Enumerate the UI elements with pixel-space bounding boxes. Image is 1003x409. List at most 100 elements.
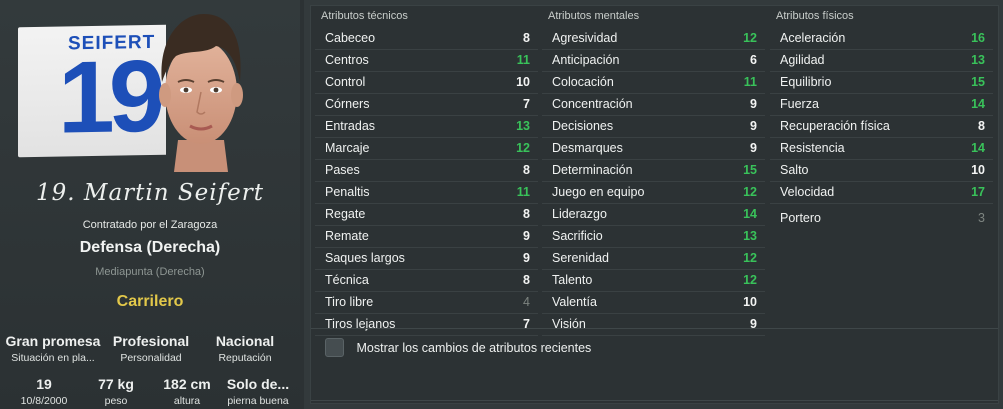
attribute-name: Valentía bbox=[552, 295, 597, 309]
attribute-row[interactable]: Juego en equipo 12 bbox=[542, 182, 765, 204]
attribute-row[interactable]: Saques largos 9 bbox=[315, 248, 538, 270]
attribute-row[interactable]: Serenidad 12 bbox=[542, 248, 765, 270]
attribute-name: Velocidad bbox=[780, 185, 835, 199]
attribute-value: 8 bbox=[523, 163, 530, 177]
attribute-value: 11 bbox=[516, 185, 530, 199]
attribute-value: 15 bbox=[971, 75, 985, 89]
attribute-row[interactable]: Remate 9 bbox=[315, 226, 538, 248]
attribute-value: 12 bbox=[743, 185, 757, 199]
attribute-row[interactable]: Recuperación física 8 bbox=[770, 116, 993, 138]
attribute-value: 15 bbox=[743, 163, 757, 177]
attribute-row[interactable]: Agilidad 13 bbox=[770, 50, 993, 72]
attribute-row[interactable]: Colocación 11 bbox=[542, 72, 765, 94]
weight: 77 kg peso bbox=[80, 376, 152, 407]
attribute-name: Saques largos bbox=[325, 251, 405, 265]
attribute-name: Marcaje bbox=[325, 141, 370, 155]
attribute-name: Centros bbox=[325, 53, 369, 67]
attribute-row[interactable]: Visión 9 bbox=[542, 314, 765, 336]
attribute-name: Agilidad bbox=[780, 53, 825, 67]
attribute-value: 10 bbox=[971, 163, 985, 177]
attribute-name: Penaltis bbox=[325, 185, 370, 199]
attribute-name: Regate bbox=[325, 207, 366, 221]
bottom-divider bbox=[311, 400, 998, 401]
weight-label: peso bbox=[104, 395, 128, 407]
preferred-foot-value: Solo de... bbox=[226, 376, 290, 392]
attribute-row[interactable]: Decisiones 9 bbox=[542, 116, 765, 138]
attribute-name: Equilibrio bbox=[780, 75, 832, 89]
technical-attributes-title: Atributos técnicos bbox=[321, 10, 408, 22]
show-changes-label: Mostrar los cambios de atributos recient… bbox=[356, 341, 592, 355]
attribute-row[interactable]: Desmarques 9 bbox=[542, 138, 765, 160]
attribute-value: 3 bbox=[978, 211, 985, 225]
attribute-row[interactable]: Sacrificio 13 bbox=[542, 226, 765, 248]
attribute-name: Resistencia bbox=[780, 141, 845, 155]
attributes-panel: Atributos técnicos Cabeceo 8 Centros 11 Cont… bbox=[310, 5, 999, 404]
attribute-value: 11 bbox=[516, 53, 530, 67]
attribute-row[interactable]: Agresividad 12 bbox=[542, 28, 765, 50]
attribute-row[interactable]: Liderazgo 14 bbox=[542, 204, 765, 226]
reputation-value: Nacional bbox=[215, 333, 275, 349]
attribute-value: 13 bbox=[516, 119, 530, 133]
attribute-name: Cabeceo bbox=[325, 31, 376, 45]
attribute-value: 12 bbox=[743, 251, 757, 265]
attribute-name: Talento bbox=[552, 273, 593, 287]
attribute-row[interactable]: Equilibrio 15 bbox=[770, 72, 993, 94]
attribute-row[interactable]: Aceleración 16 bbox=[770, 28, 993, 50]
squad-status-value: Gran promesa bbox=[5, 333, 101, 349]
personality-label: Personalidad bbox=[120, 352, 182, 364]
show-changes-checkbox[interactable] bbox=[325, 338, 344, 358]
physical-attributes: Atributos físicos Aceleración 16 Agilidad 1… bbox=[770, 6, 993, 229]
divider bbox=[311, 328, 998, 329]
technical-attributes: Atributos técnicos Cabeceo 8 Centros 11 Cont… bbox=[315, 6, 538, 336]
height-value: 182 cm bbox=[163, 376, 211, 392]
attribute-value: 7 bbox=[523, 97, 530, 111]
squad-status-label: Situación en pla... bbox=[11, 352, 95, 364]
attribute-value: 10 bbox=[743, 295, 757, 309]
attribute-row[interactable]: Concentración 9 bbox=[542, 94, 765, 116]
attribute-row[interactable]: Anticipación 6 bbox=[542, 50, 765, 72]
attribute-row[interactable]: Control 10 bbox=[315, 72, 538, 94]
attribute-name: Desmarques bbox=[552, 141, 623, 155]
attribute-row[interactable]: Valentía 10 bbox=[542, 292, 765, 314]
attribute-row[interactable]: Resistencia 14 bbox=[770, 138, 993, 160]
personality-value: Profesional bbox=[112, 333, 190, 349]
attribute-name: Técnica bbox=[325, 273, 369, 287]
attribute-row[interactable]: Pases 8 bbox=[315, 160, 538, 182]
attributes-section: Atributos técnicos Cabeceo 8 Centros 11 Cont… bbox=[304, 0, 1003, 409]
attribute-value: 17 bbox=[971, 185, 985, 199]
attribute-row[interactable]: Córners 7 bbox=[315, 94, 538, 116]
attribute-name: Córners bbox=[325, 97, 370, 111]
attribute-value: 9 bbox=[750, 119, 757, 133]
height-label: altura bbox=[173, 395, 201, 407]
attribute-row[interactable]: Penaltis 11 bbox=[315, 182, 538, 204]
attribute-row[interactable]: Regate 8 bbox=[315, 204, 538, 226]
attribute-value: 6 bbox=[750, 53, 757, 67]
attribute-row-goalkeeper[interactable]: Portero 3 bbox=[770, 208, 993, 229]
age: 19 10/8/2000 bbox=[4, 376, 84, 407]
attribute-row[interactable]: Salto 10 bbox=[770, 160, 993, 182]
attribute-value: 12 bbox=[516, 141, 530, 155]
attribute-row[interactable]: Centros 11 bbox=[315, 50, 538, 72]
attribute-row[interactable]: Entradas 13 bbox=[315, 116, 538, 138]
attribute-row[interactable]: Tiros lejanos 7 bbox=[315, 314, 538, 336]
attribute-row[interactable]: Fuerza 14 bbox=[770, 94, 993, 116]
attribute-row[interactable]: Determinación 15 bbox=[542, 160, 765, 182]
attribute-name: Pases bbox=[325, 163, 360, 177]
attribute-name: Serenidad bbox=[552, 251, 609, 265]
attribute-value: 12 bbox=[743, 31, 757, 45]
personality: Profesional Personalidad bbox=[101, 333, 201, 364]
attribute-row[interactable]: Talento 12 bbox=[542, 270, 765, 292]
attribute-row[interactable]: Marcaje 12 bbox=[315, 138, 538, 160]
attribute-row[interactable]: Velocidad 17 bbox=[770, 182, 993, 204]
attribute-name: Sacrificio bbox=[552, 229, 603, 243]
player-role[interactable]: Carrilero bbox=[0, 293, 300, 311]
attribute-name: Juego en equipo bbox=[552, 185, 645, 199]
show-changes-toggle[interactable]: Mostrar los cambios de atributos recient… bbox=[325, 336, 591, 360]
attribute-name: Liderazgo bbox=[552, 207, 607, 221]
physical-attributes-title: Atributos físicos bbox=[776, 10, 854, 22]
attribute-value: 13 bbox=[971, 53, 985, 67]
attribute-value: 8 bbox=[523, 273, 530, 287]
attribute-row[interactable]: Cabeceo 8 bbox=[315, 28, 538, 50]
attribute-row[interactable]: Tiro libre 4 bbox=[315, 292, 538, 314]
attribute-row[interactable]: Técnica 8 bbox=[315, 270, 538, 292]
